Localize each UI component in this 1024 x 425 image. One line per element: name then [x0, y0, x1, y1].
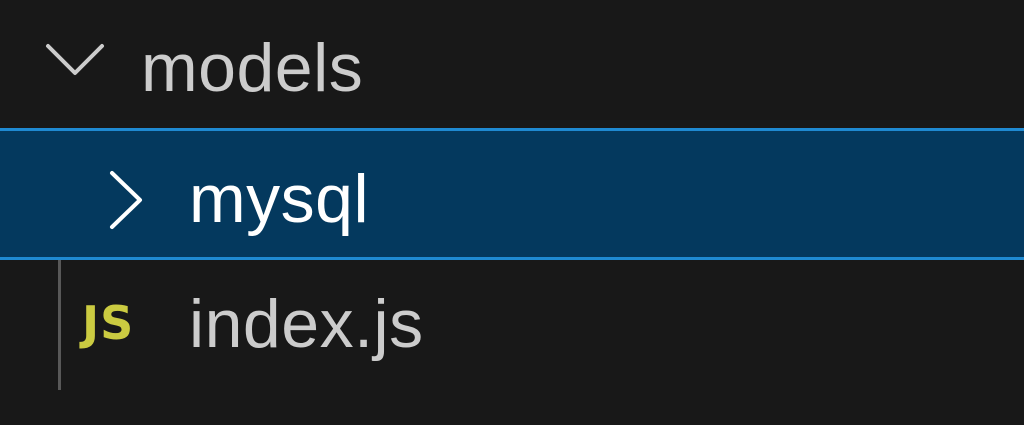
chevron-down-icon[interactable] — [44, 40, 106, 80]
tree-item-label: mysql — [189, 161, 370, 237]
javascript-file-icon: JS — [82, 296, 135, 350]
tree-item-models[interactable]: models — [0, 0, 1024, 128]
tree-item-mysql[interactable]: mysql — [0, 128, 1024, 260]
tree-item-index-js[interactable]: JS index.js — [0, 260, 1024, 400]
tree-item-label: index.js — [189, 286, 424, 362]
tree-item-label: models — [141, 30, 364, 106]
explorer-tree: models mysql JS index.js — [0, 0, 1024, 425]
chevron-right-icon[interactable] — [106, 169, 146, 231]
